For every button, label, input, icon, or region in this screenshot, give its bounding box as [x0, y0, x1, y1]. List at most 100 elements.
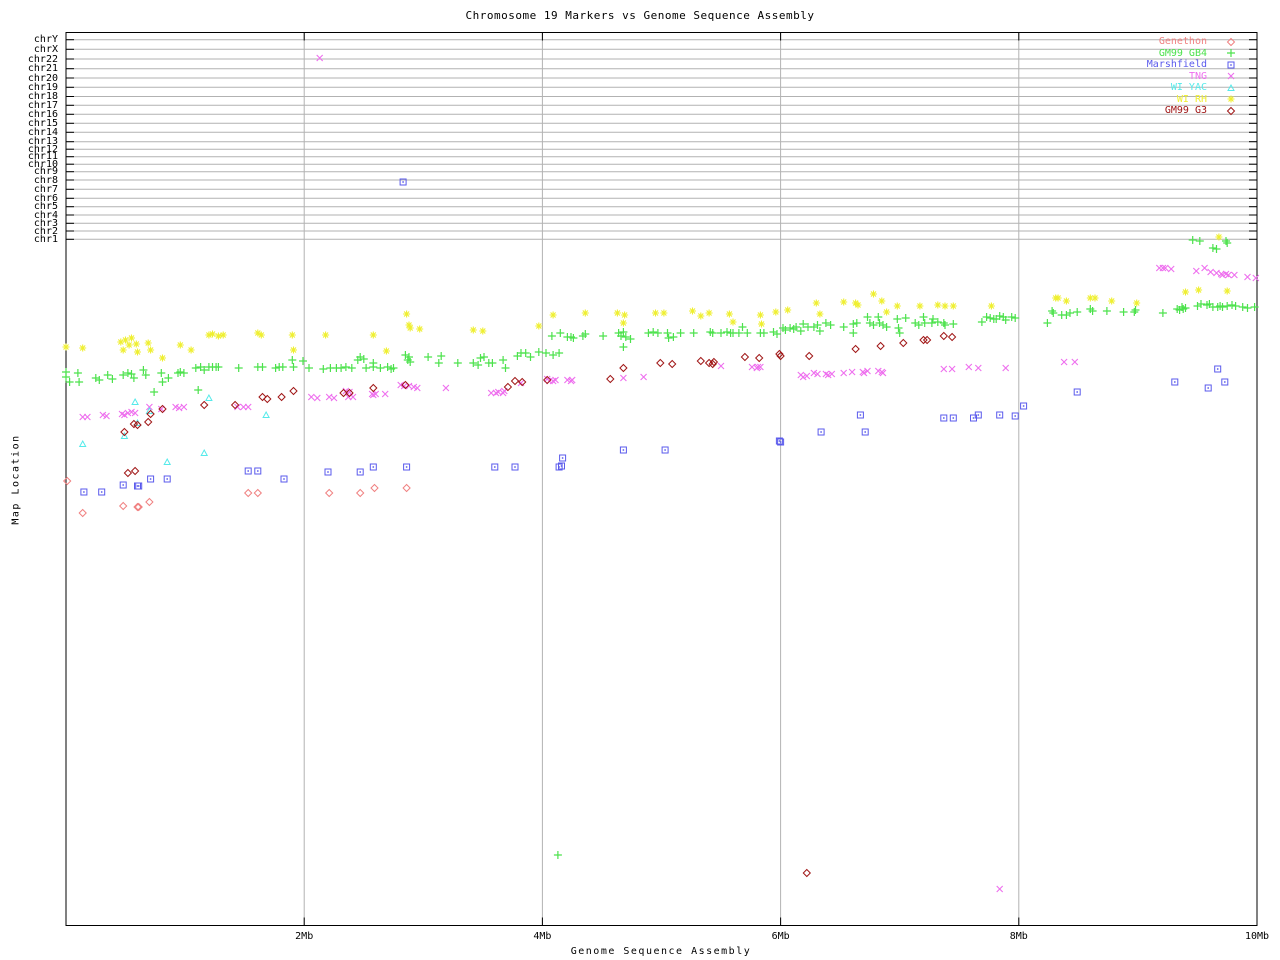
data-point: [244, 403, 252, 411]
data-point: [1223, 286, 1232, 296]
data-point: [313, 394, 321, 402]
data-point: [822, 370, 830, 378]
data-point: [856, 411, 864, 419]
legend-row-wirh: WI RH: [1147, 94, 1238, 106]
diamond-marker-icon: [1227, 106, 1235, 115]
legend-marker-glyph: [1227, 84, 1235, 91]
legend-label-tng: TNG: [1188, 70, 1207, 82]
data-point: [1201, 264, 1209, 272]
data-point: [1047, 306, 1057, 316]
data-point: [361, 363, 371, 373]
data-point: [74, 377, 84, 387]
x-tick-label-4Mb: 4Mb: [533, 931, 552, 942]
data-point: [619, 364, 628, 372]
data-point: [73, 368, 83, 378]
data-point: [1010, 313, 1020, 323]
plus-marker-icon: [1226, 48, 1236, 58]
data-point: [848, 319, 858, 329]
data-point: [940, 301, 950, 311]
data-point: [369, 330, 378, 340]
data-point: [1221, 236, 1231, 246]
data-point: [981, 312, 992, 322]
axis-ticks-layer: [66, 32, 1258, 926]
data-point: [133, 347, 142, 357]
data-point: [895, 328, 905, 338]
data-point: [839, 297, 848, 307]
data-point: [940, 365, 948, 373]
x-tick-label-10Mb: 10Mb: [1244, 931, 1270, 942]
data-point: [254, 467, 262, 475]
data-point: [498, 355, 508, 365]
chromosome-label-chr21: chr21: [27, 63, 58, 75]
data-point: [193, 385, 203, 395]
data-point: [1222, 301, 1232, 311]
data-point: [618, 342, 629, 352]
data-point: [469, 325, 478, 335]
data-point: [996, 885, 1004, 893]
data-point: [244, 467, 252, 475]
data-point: [620, 310, 629, 320]
data-point: [876, 342, 885, 350]
data-point: [722, 327, 732, 337]
data-point: [785, 323, 795, 333]
x-tick-label-8Mb: 8Mb: [1009, 931, 1028, 942]
data-point: [948, 319, 958, 329]
data-point: [280, 475, 288, 483]
square-dot-marker-icon: [1227, 61, 1235, 69]
data-point: [83, 413, 91, 421]
chromosome-label-chrX: chrX: [33, 43, 58, 55]
data-point: [742, 328, 752, 338]
data-point: [717, 362, 725, 370]
data-point: [80, 488, 88, 496]
data-point: [987, 301, 996, 311]
data-point: [861, 428, 869, 436]
data-point: [271, 363, 281, 373]
data-point: [1222, 238, 1232, 248]
data-point: [756, 310, 765, 320]
data-point: [1195, 236, 1205, 246]
data-point: [1181, 287, 1190, 297]
data-point: [288, 362, 299, 372]
data-point: [892, 314, 902, 324]
data-point: [656, 359, 665, 367]
data-point: [1230, 271, 1238, 279]
data-point: [257, 362, 268, 372]
data-point: [307, 393, 315, 401]
x-tick-label-2Mb: 2Mb: [295, 931, 314, 942]
legend-marker-glyph: [1227, 106, 1235, 115]
x-tick-label-6Mb: 6Mb: [771, 931, 790, 942]
data-point: [696, 357, 705, 365]
data-point: [696, 311, 705, 321]
data-point: [771, 307, 780, 317]
data-point: [662, 328, 673, 338]
data-point: [347, 363, 357, 373]
data-point: [740, 353, 749, 361]
data-point: [1252, 274, 1260, 282]
data-point: [940, 414, 948, 422]
plot-border: [65, 32, 1258, 926]
legend-row-gm99gb4: GM99 GB4: [1147, 48, 1238, 60]
data-point: [478, 326, 487, 336]
data-point: [316, 54, 324, 62]
data-point: [511, 463, 519, 471]
legend-row-wiyac: WI YAC: [1147, 82, 1238, 94]
legend-marker-glyph: [1226, 95, 1236, 104]
data-point: [848, 368, 856, 376]
chromosome-label-chr22: chr22: [27, 53, 58, 65]
data-point: [581, 308, 590, 318]
data-point: [853, 300, 863, 310]
data-point: [423, 352, 433, 362]
legend-label-genethon: Genethon: [1158, 36, 1207, 48]
data-point: [661, 446, 669, 454]
data-point: [475, 353, 486, 363]
data-point: [131, 398, 139, 405]
data-point: [98, 488, 106, 496]
data-point: [974, 364, 982, 372]
data-point: [119, 481, 127, 489]
data-point: [278, 362, 288, 372]
data-point: [492, 389, 500, 397]
data-point: [675, 328, 686, 338]
data-point: [548, 350, 558, 360]
chart-title: Chromosome 19 Markers vs Genome Sequence…: [465, 9, 815, 22]
series-genethon: [63, 477, 411, 517]
